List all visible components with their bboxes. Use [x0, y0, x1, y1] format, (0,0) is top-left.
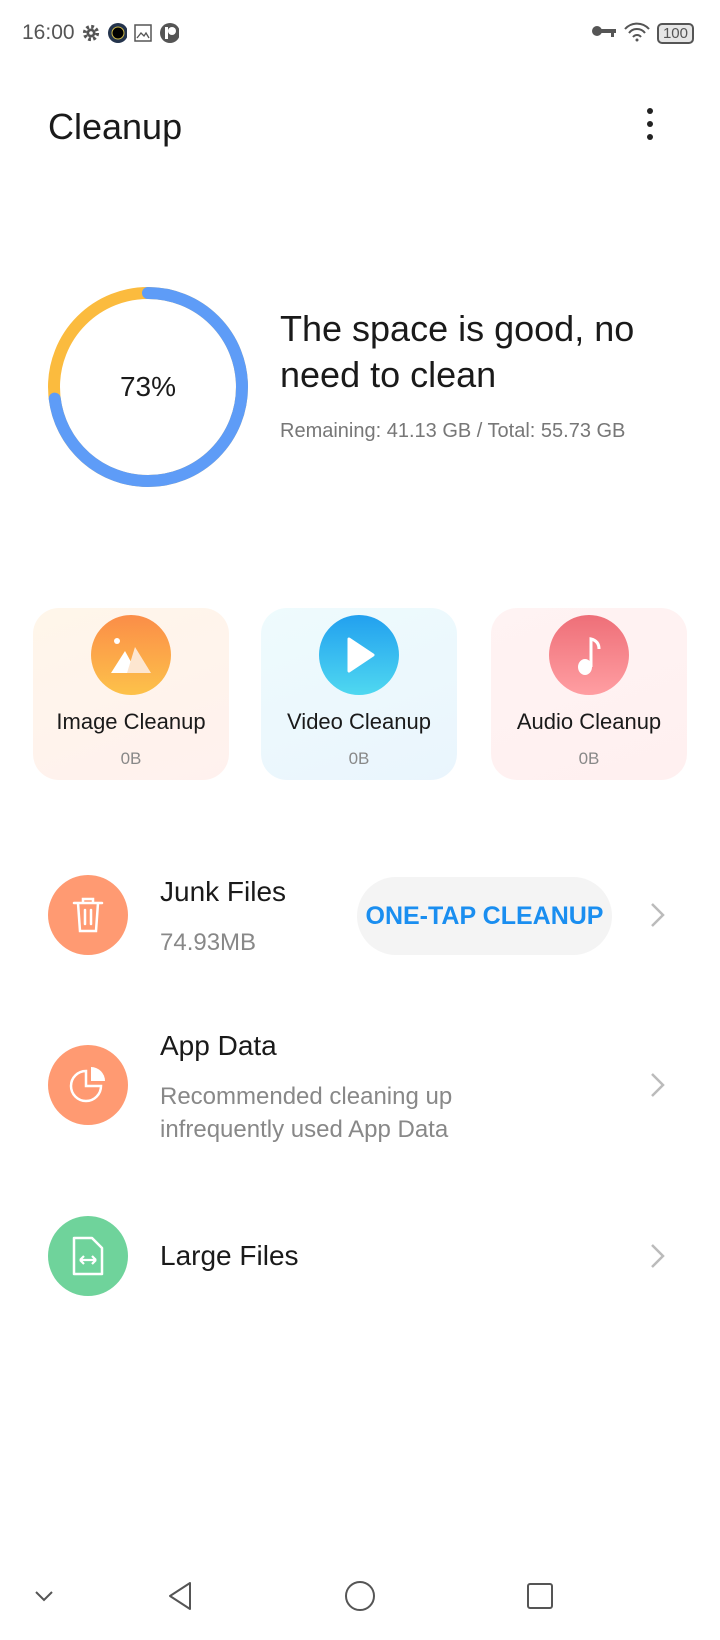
card-size: 0B — [348, 749, 370, 768]
trash-icon — [48, 875, 128, 955]
file-resize-icon — [48, 1216, 128, 1296]
audio-cleanup-card[interactable]: Audio Cleanup 0B — [491, 608, 687, 780]
more-options-button[interactable] — [638, 104, 662, 144]
status-bar-right: 100 — [591, 18, 694, 48]
app-data-subtitle: Recommended cleaning up infrequently use… — [160, 1083, 453, 1143]
key-icon — [591, 24, 617, 43]
gear-icon — [81, 23, 101, 43]
back-triangle-icon — [169, 1582, 191, 1610]
recents-square-icon — [527, 1583, 553, 1609]
card-label: Image Cleanup — [56, 709, 206, 734]
storage-detail: Remaining: 41.13 GB / Total: 55.73 GB — [280, 420, 626, 442]
home-circle-icon — [345, 1581, 375, 1611]
one-tap-cleanup-button[interactable]: ONE-TAP CLEANUP — [357, 877, 612, 955]
status-bar-left: 16:00 — [22, 18, 179, 48]
card-size: 0B — [120, 749, 142, 768]
nav-back-button[interactable] — [160, 1576, 200, 1616]
play-icon — [319, 615, 399, 695]
junk-files-title: Junk Files — [160, 876, 287, 907]
chevron-right-icon — [651, 903, 665, 927]
chevron-right-icon — [651, 1244, 665, 1268]
camera-lens-icon — [107, 23, 127, 43]
card-label: Audio Cleanup — [516, 709, 662, 734]
image-icon — [133, 23, 153, 43]
nav-collapse-button[interactable] — [24, 1576, 64, 1616]
status-time: 16:00 — [22, 21, 75, 44]
image-cleanup-card[interactable]: Image Cleanup 0B — [33, 608, 229, 780]
nav-recents-button[interactable] — [520, 1576, 560, 1616]
pie-chart-icon — [48, 1045, 128, 1125]
video-cleanup-card[interactable]: Video Cleanup 0B — [261, 608, 457, 780]
chevron-right-icon — [651, 1073, 665, 1097]
image-icon — [91, 615, 171, 695]
music-note-icon — [549, 615, 629, 695]
app-data-title: App Data — [160, 1030, 277, 1061]
card-size: 0B — [578, 749, 600, 768]
chevron-down-icon — [35, 1591, 53, 1602]
junk-files-size: 74.93MB — [160, 929, 257, 956]
nav-home-button[interactable] — [340, 1576, 380, 1616]
page-title: Cleanup — [48, 106, 183, 147]
wifi-icon — [623, 20, 651, 47]
p-icon — [159, 23, 179, 43]
storage-percent: 73% — [119, 371, 177, 402]
storage-headline: The space is good, no need to clean — [280, 308, 635, 395]
card-label: Video Cleanup — [287, 709, 431, 734]
large-files-title: Large Files — [160, 1240, 299, 1271]
battery-indicator: 100 — [656, 22, 694, 44]
